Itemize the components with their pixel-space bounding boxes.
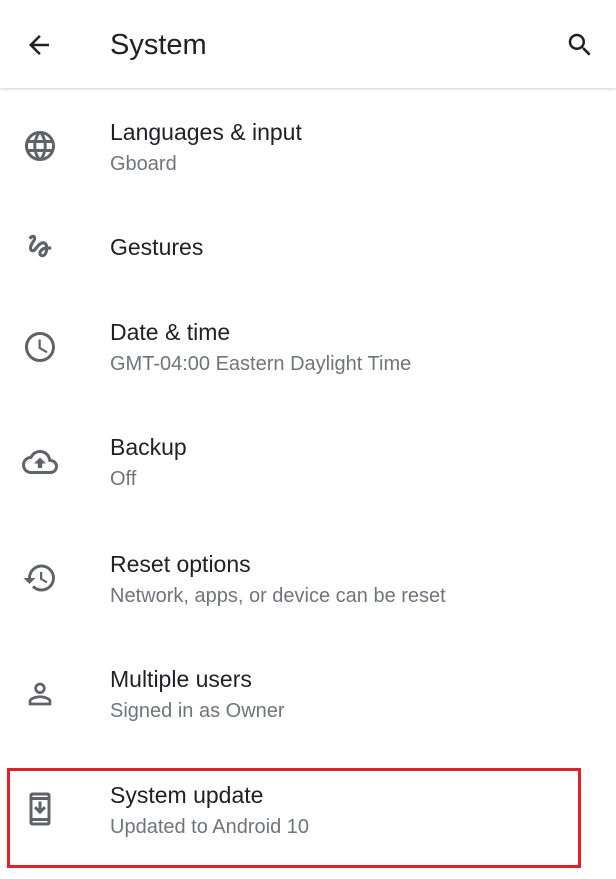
settings-item-label: Multiple users <box>110 666 252 692</box>
page-title: System <box>110 29 207 61</box>
settings-item-multiple-users[interactable]: Multiple users Signed in as Owner <box>0 635 616 751</box>
gestures-icon <box>20 226 60 266</box>
settings-item-summary: Network, apps, or device can be reset <box>110 585 446 607</box>
settings-item-summary: Off <box>110 468 137 490</box>
clock-icon <box>20 327 60 367</box>
settings-item-backup[interactable]: Backup Off <box>0 404 616 520</box>
search-button[interactable] <box>558 24 602 66</box>
settings-item-gestures[interactable]: Gestures <box>0 203 616 289</box>
back-button[interactable] <box>18 24 60 66</box>
settings-item-summary: GMT-04:00 Eastern Daylight Time <box>110 353 412 375</box>
settings-item-summary: Updated to Android 10 <box>110 816 310 838</box>
restore-icon <box>20 558 60 598</box>
settings-item-label: Backup <box>110 434 187 460</box>
settings-item-summary: Gboard <box>110 153 177 175</box>
search-icon <box>565 30 595 60</box>
settings-item-label: Gestures <box>110 234 204 260</box>
settings-item-label: Languages & input <box>110 119 302 145</box>
settings-item-date-time[interactable]: Date & time GMT-04:00 Eastern Daylight T… <box>0 289 616 404</box>
person-icon <box>20 674 60 714</box>
settings-item-label: System update <box>110 782 264 808</box>
settings-item-reset-options[interactable]: Reset options Network, apps, or device c… <box>0 520 616 635</box>
globe-icon <box>20 126 60 166</box>
settings-item-summary: Signed in as Owner <box>110 700 285 722</box>
system-update-icon <box>20 789 60 829</box>
settings-item-label: Date & time <box>110 319 231 345</box>
app-bar: System <box>0 0 616 88</box>
cloud-upload-icon <box>20 442 60 482</box>
settings-item-languages[interactable]: Languages & input Gboard <box>0 89 616 203</box>
settings-item-label: Reset options <box>110 551 251 577</box>
arrow-back-icon <box>24 30 54 60</box>
settings-item-system-update[interactable]: System update Updated to Android 10 <box>0 751 616 866</box>
